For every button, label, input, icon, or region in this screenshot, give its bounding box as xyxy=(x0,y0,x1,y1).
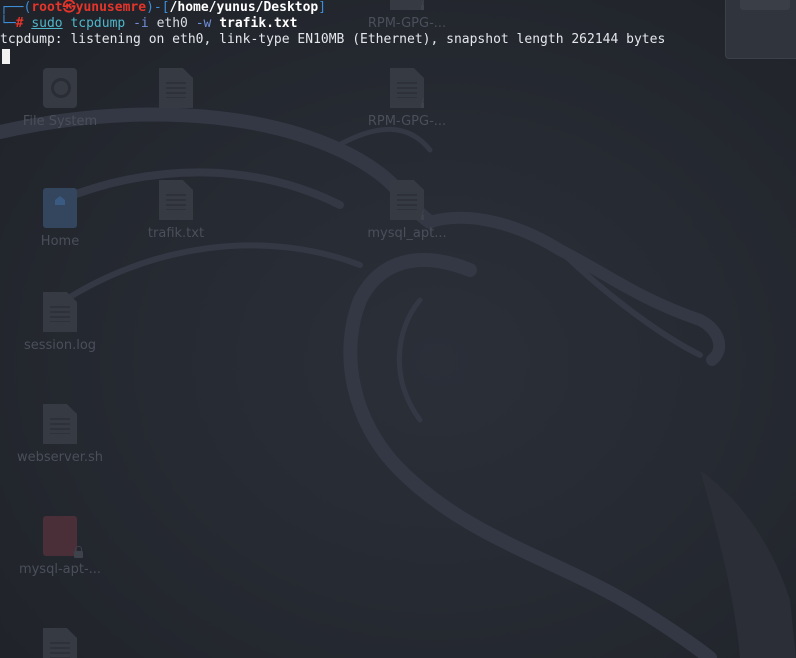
locked-file-icon xyxy=(390,68,424,108)
prompt-user-host: root㉿yunusemre xyxy=(31,0,147,15)
command-interface: eth0 xyxy=(156,16,188,31)
text-file-icon xyxy=(159,180,193,220)
command-flag-write: -w xyxy=(195,16,212,31)
desktop-icon-home[interactable]: Home xyxy=(5,180,115,249)
desktop-icon-label: session.log xyxy=(23,338,97,353)
command-output-file: trafik.txt xyxy=(219,16,298,31)
home-folder-icon xyxy=(43,188,77,228)
terminal-cursor xyxy=(2,49,10,64)
file-icon xyxy=(43,628,77,658)
locked-file-icon xyxy=(390,180,424,220)
desktop-screen: File System Home session.log webserver.s… xyxy=(0,0,796,658)
output-line: tcpdump: listening on eth0, link-type EN… xyxy=(0,32,666,47)
terminal-output[interactable]: ┌──(root㉿yunusemre)-[/home/yunus/Desktop… xyxy=(0,0,720,64)
desktop-icon-webserver-sh[interactable]: webserver.sh xyxy=(5,404,115,465)
desktop-icon-trafik-txt[interactable]: trafik.txt xyxy=(121,180,231,241)
side-panel-window[interactable] xyxy=(725,0,796,59)
desktop-icon-label: Home xyxy=(40,234,80,249)
desktop-icon-file-system[interactable]: File System xyxy=(5,68,115,129)
desktop-icon-session-log[interactable]: session.log xyxy=(5,292,115,353)
prompt-close: ] xyxy=(318,0,327,15)
prompt-separator: )-[ xyxy=(146,0,170,15)
lock-icon xyxy=(421,98,424,108)
desktop-icon-rpm-gpg-2[interactable]: RPM-GPG-... xyxy=(352,68,462,129)
desktop-icon-label: mysql_apt... xyxy=(367,226,447,241)
script-file-icon xyxy=(43,404,77,444)
desktop-icon-mysql-apt[interactable]: mysql_apt... xyxy=(352,180,462,241)
locked-package-icon xyxy=(43,516,83,558)
side-panel-header xyxy=(740,0,790,10)
file-icon xyxy=(43,292,77,332)
prompt-frame-top: ┌──( xyxy=(0,0,32,15)
desktop-icon-file[interactable] xyxy=(121,68,231,108)
prompt-frame-bottom: └─ xyxy=(0,16,16,31)
drive-icon xyxy=(43,68,77,108)
command-program: tcpdump xyxy=(70,16,126,31)
file-icon xyxy=(159,68,193,108)
desktop-icon-mysql-apt-config[interactable]: mysql-apt-... xyxy=(5,516,115,577)
desktop-icon-label: mysql-apt-... xyxy=(18,562,102,577)
command-sudo: sudo xyxy=(31,16,63,31)
desktop-icon-label: webserver.sh xyxy=(17,450,103,465)
lock-icon xyxy=(421,210,424,220)
desktop-icon-partial[interactable] xyxy=(5,628,115,658)
command-line: └─# sudo tcpdump -i eth0 -w trafik.txt xyxy=(0,16,720,32)
prompt-path: /home/yunus/Desktop xyxy=(169,0,319,15)
cursor-line xyxy=(0,48,720,64)
prompt-symbol: # xyxy=(15,16,24,31)
lock-icon xyxy=(74,546,83,558)
desktop-icon-label: trafik.txt xyxy=(147,226,205,241)
prompt-line: ┌──(root㉿yunusemre)-[/home/yunus/Desktop… xyxy=(0,0,720,16)
command-flag-interface: -i xyxy=(133,16,149,31)
desktop-icon-label: RPM-GPG-... xyxy=(367,114,447,129)
desktop-icon-label: File System xyxy=(22,114,98,129)
